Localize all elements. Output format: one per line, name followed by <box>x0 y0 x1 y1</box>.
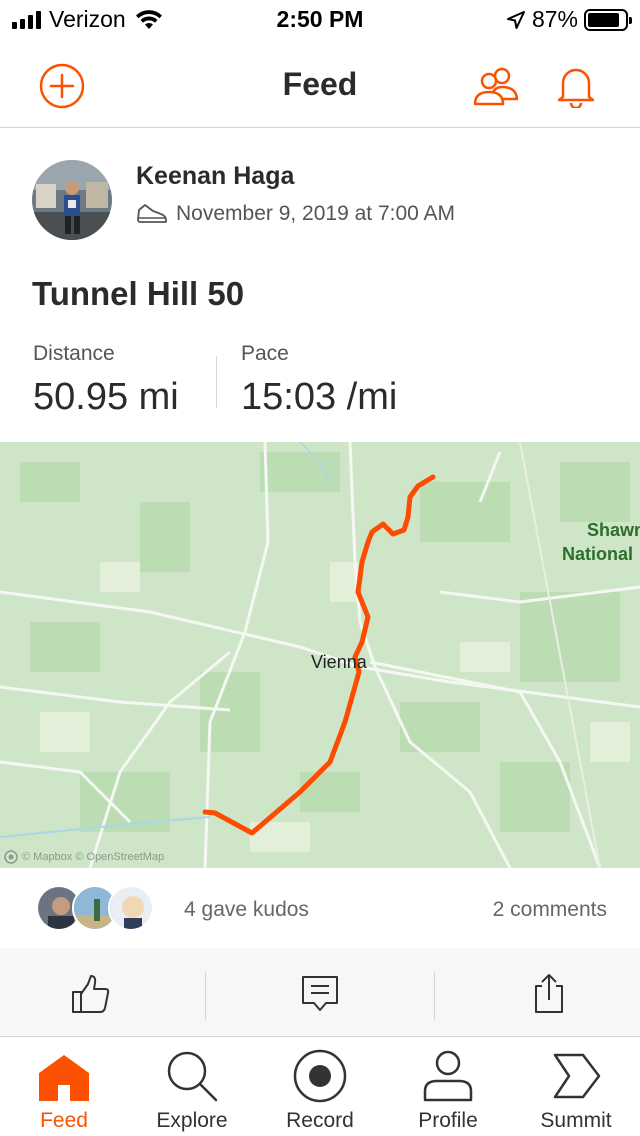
comment-button[interactable] <box>296 970 344 1018</box>
status-bar-right: 87% <box>506 6 632 33</box>
summit-chevron-icon <box>549 1049 603 1103</box>
stat-distance: Distance 50.95 mi <box>33 342 179 419</box>
tab-label: Feed <box>40 1109 88 1132</box>
status-bar: Verizon 2:50 PM 87% <box>0 0 640 40</box>
tab-label: Explore <box>156 1109 228 1132</box>
location-arrow-icon <box>506 10 525 29</box>
map-label-vienna: Vienna <box>311 652 367 672</box>
activity-datetime: November 9, 2019 at 7:00 AM <box>176 202 455 225</box>
stat-value: 15:03 /mi <box>241 376 398 418</box>
mapbox-logo-icon <box>4 850 18 864</box>
map-attribution[interactable]: © Mapbox © OpenStreetMap <box>4 850 164 864</box>
kudos-avatar <box>108 885 154 931</box>
record-icon <box>293 1049 347 1103</box>
stat-divider <box>216 356 217 408</box>
tab-bar: Feed Explore Record Profile Summit <box>0 1036 640 1136</box>
action-divider <box>434 972 435 1020</box>
tab-record[interactable]: Record <box>256 1037 384 1136</box>
stat-label: Pace <box>241 342 289 365</box>
comment-icon <box>302 976 338 1011</box>
page-title: Feed <box>282 66 358 102</box>
tab-feed[interactable]: Feed <box>0 1037 128 1136</box>
comments-count[interactable]: 2 comments <box>493 898 607 922</box>
share-button[interactable] <box>525 970 573 1018</box>
home-icon <box>37 1049 91 1103</box>
action-divider <box>205 972 206 1020</box>
share-icon <box>535 974 563 1013</box>
activity-map[interactable]: Vienna Shawnee National © Mapbox © OpenS… <box>0 442 640 868</box>
thumbs-up-icon <box>72 975 110 1013</box>
feed-header: Feed <box>0 40 640 128</box>
activity-actions <box>0 948 640 1036</box>
athlete-name[interactable]: Keenan Haga <box>136 162 294 191</box>
activity-meta: November 9, 2019 at 7:00 AM <box>136 202 455 226</box>
kudos-button[interactable] <box>67 970 115 1018</box>
battery-percent: 87% <box>531 6 578 32</box>
map-label-national: National <box>562 544 634 564</box>
bell-icon <box>557 68 595 108</box>
athlete-avatar[interactable] <box>32 160 112 240</box>
activity-title[interactable]: Tunnel Hill 50 <box>32 275 244 313</box>
avatar-photo <box>32 160 112 240</box>
kudos-avatars[interactable] <box>36 885 154 931</box>
battery-icon <box>584 8 632 31</box>
kudos-row: 4 gave kudos 2 comments <box>0 868 640 948</box>
stat-pace: Pace 15:03 /mi <box>241 342 397 419</box>
find-friends-button[interactable] <box>472 62 520 110</box>
tab-summit[interactable]: Summit <box>512 1037 640 1136</box>
stat-value: 50.95 mi <box>33 376 179 418</box>
shoe-icon <box>137 204 167 223</box>
tab-label: Summit <box>540 1109 612 1132</box>
tab-explore[interactable]: Explore <box>128 1037 256 1136</box>
tab-profile[interactable]: Profile <box>384 1037 512 1136</box>
tab-label: Record <box>286 1109 354 1132</box>
search-icon <box>165 1049 219 1103</box>
person-icon <box>421 1049 475 1103</box>
stat-label: Distance <box>33 342 115 365</box>
kudos-count[interactable]: 4 gave kudos <box>184 898 309 922</box>
notifications-button[interactable] <box>552 62 600 110</box>
attribution-text: © Mapbox © OpenStreetMap <box>22 851 165 863</box>
tab-label: Profile <box>418 1109 478 1132</box>
map-label-shawnee: Shawnee <box>587 520 640 540</box>
people-icon <box>473 67 519 106</box>
